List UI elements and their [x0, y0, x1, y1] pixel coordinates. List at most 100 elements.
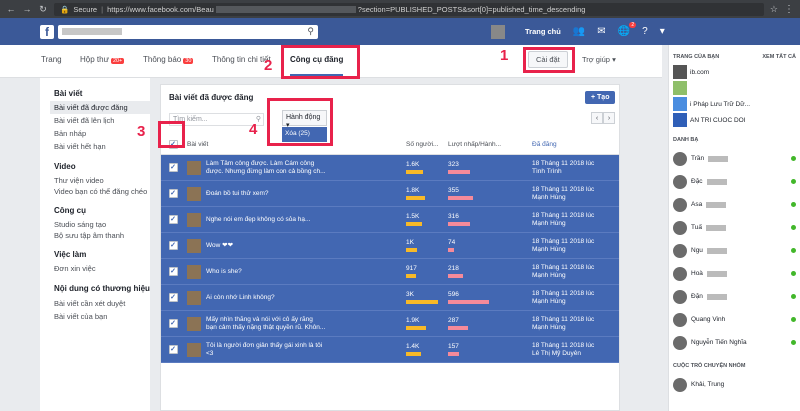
home-link[interactable]: Trang chủ — [525, 27, 561, 36]
forward-icon[interactable]: → — [22, 4, 32, 14]
contact-item[interactable]: Hoà — [673, 262, 796, 285]
published-author[interactable]: Lê Thị Mỹ Duyên — [532, 350, 605, 358]
post-thumbnail[interactable] — [187, 342, 201, 357]
address-bar[interactable]: 🔒 Secure | https://www.facebook.com/Beau… — [54, 2, 764, 16]
post-text-line1[interactable]: Tôi là người đơn giản thấy gái xinh là t… — [206, 342, 322, 350]
contact-item[interactable]: Đặn — [673, 285, 796, 308]
contact-item[interactable]: Asa — [673, 193, 796, 216]
page-shortcut[interactable]: i Pháp Lưu Trữ Dữ... — [673, 96, 796, 112]
table-row[interactable]: ✓ Ai còn nhớ Linh không? 3K 596 18 Tháng… — [161, 285, 619, 311]
select-all-checkbox[interactable]: ✓ — [168, 140, 178, 149]
post-text-line1[interactable]: Wow ❤❤ — [206, 242, 233, 250]
engagement-bar — [448, 248, 454, 252]
tab-inbox[interactable]: Hộp thư 20+ — [80, 55, 125, 64]
post-thumbnail[interactable] — [187, 316, 201, 331]
nav-expired-posts[interactable]: Bài viết hết hạn — [54, 140, 150, 153]
help-menu[interactable]: Trợ giúp ▾ — [582, 55, 616, 64]
published-author[interactable]: Mạnh Hùng — [532, 298, 605, 306]
tab-page[interactable]: Trang — [41, 55, 62, 64]
row-checkbox[interactable]: ✓ — [168, 345, 178, 354]
nav-posts-to-review[interactable]: Bài viết cần xét duyệt — [54, 297, 150, 310]
col-reach[interactable]: Số người... — [404, 141, 446, 148]
post-thumbnail[interactable] — [187, 186, 201, 201]
nav-your-posts[interactable]: Bài viết của bạn — [54, 310, 150, 323]
see-all-link[interactable]: XEM TẤT CẢ — [762, 54, 796, 60]
contact-item[interactable]: Quang Vinh — [673, 308, 796, 331]
contact-item[interactable]: Nguyễn Tiến Nghĩa — [673, 331, 796, 354]
page-shortcut[interactable]: ib.com — [673, 64, 796, 80]
post-text-line1[interactable]: Làm Tâm công được. Làm Cám công — [206, 160, 326, 168]
back-icon[interactable]: ← — [6, 4, 16, 14]
tab-notifications[interactable]: Thông báo 30 — [143, 55, 194, 64]
contact-item[interactable]: Trần — [673, 147, 796, 170]
row-checkbox[interactable]: ✓ — [168, 163, 178, 172]
table-row[interactable]: ✓ Wow ❤❤ 1K 74 18 Tháng 11 2018 lúc Mạnh… — [161, 233, 619, 259]
help-icon[interactable]: ? — [642, 26, 648, 37]
next-page-icon[interactable]: › — [603, 112, 615, 124]
globe-icon[interactable]: 🌐 2 — [618, 22, 637, 37]
published-author[interactable]: Mạnh Hùng — [532, 194, 605, 202]
table-row[interactable]: ✓ Làm Tâm công được. Làm Cám công được. … — [161, 155, 619, 181]
nav-drafts[interactable]: Bản nháp — [54, 127, 150, 140]
post-text-line1[interactable]: Who is she? — [206, 268, 242, 276]
table-row[interactable]: ✓ Mấy nhìn thằng và nói với cô ấy rằng b… — [161, 311, 619, 337]
tab-insights[interactable]: Thông tin chi tiết — [212, 55, 271, 64]
published-author[interactable]: Mạnh Hùng — [532, 220, 605, 228]
chevron-down-icon[interactable]: ▾ — [660, 26, 665, 37]
post-thumbnail[interactable] — [187, 212, 201, 227]
nav-scheduled-posts[interactable]: Bài viết đã lên lịch — [54, 114, 150, 127]
reload-icon[interactable]: ↻ — [38, 4, 48, 15]
page-shortcut[interactable]: AN TRI CUOC DOI — [673, 112, 796, 128]
messenger-icon[interactable]: ✉ — [597, 26, 605, 37]
table-row[interactable]: ✓ Đoán bồ tui thử xem? 1.8K 355 18 Tháng… — [161, 181, 619, 207]
page-shortcut[interactable] — [673, 80, 796, 96]
nav-crosspost-videos[interactable]: Video bạn có thể đăng chéo — [54, 187, 150, 197]
nav-creative-studio[interactable]: Studio sáng tạo — [54, 218, 150, 231]
nav-video-library[interactable]: Thư viện video — [54, 174, 150, 187]
nav-published-posts[interactable]: Bài viết đã được đăng — [50, 101, 150, 114]
actions-dropdown[interactable]: Hành động ▾ — [282, 110, 327, 129]
search-input[interactable]: ⚲ — [58, 24, 318, 39]
post-thumbnail[interactable] — [187, 238, 201, 253]
bookmark-star-icon[interactable]: ☆ — [770, 4, 778, 15]
contact-item[interactable]: Ngu — [673, 239, 796, 262]
row-checkbox[interactable]: ✓ — [168, 241, 178, 250]
row-checkbox[interactable]: ✓ — [168, 267, 178, 276]
row-checkbox[interactable]: ✓ — [168, 319, 178, 328]
redacted-name — [708, 155, 729, 162]
post-text-line1[interactable]: Nghe nói em đẹp không có sỏa hạ... — [206, 216, 310, 224]
table-row[interactable]: ✓ Nghe nói em đẹp không có sỏa hạ... 1.5… — [161, 207, 619, 233]
row-checkbox[interactable]: ✓ — [168, 215, 178, 224]
table-row[interactable]: ✓ Tôi là người đơn giản thấy gái xinh là… — [161, 337, 619, 363]
facebook-logo-icon[interactable]: f — [40, 24, 54, 39]
col-published[interactable]: Đã đăng — [530, 141, 605, 149]
group-chat-item[interactable]: Khải, Trung — [673, 373, 796, 396]
row-checkbox[interactable]: ✓ — [168, 189, 178, 198]
post-thumbnail[interactable] — [187, 160, 201, 175]
tab-publishing-tools[interactable]: Công cụ đăng — [290, 55, 344, 76]
settings-button[interactable]: Cài đặt — [528, 51, 568, 68]
friends-icon[interactable]: 👥 — [573, 26, 585, 37]
post-thumbnail[interactable] — [187, 290, 201, 305]
browser-menu-icon[interactable]: ⋮ — [784, 4, 794, 15]
create-button[interactable]: + Tạo — [585, 91, 616, 104]
contact-item[interactable]: Tuấ — [673, 216, 796, 239]
row-checkbox[interactable]: ✓ — [168, 293, 178, 302]
published-author[interactable]: Tình Trình — [532, 168, 605, 176]
table-row[interactable]: ✓ Who is she? 917 218 18 Tháng 11 2018 l… — [161, 259, 619, 285]
contact-item[interactable]: Đặc — [673, 170, 796, 193]
nav-job-applications[interactable]: Đơn xin việc — [54, 262, 150, 275]
post-text-line1[interactable]: Mấy nhìn thằng và nói với cô ấy rằng — [206, 316, 325, 324]
published-author[interactable]: Mạnh Hùng — [532, 324, 605, 332]
nav-sound-collection[interactable]: Bộ sưu tập âm thanh — [54, 231, 150, 241]
post-text-line1[interactable]: Đoán bồ tui thử xem? — [206, 190, 269, 198]
post-thumbnail[interactable] — [187, 264, 201, 279]
avatar[interactable] — [491, 24, 505, 39]
search-icon[interactable]: ⚲ — [307, 26, 314, 37]
post-text-line1[interactable]: Ai còn nhớ Linh không? — [206, 294, 275, 302]
published-author[interactable]: Mạnh Hùng — [532, 272, 605, 280]
prev-page-icon[interactable]: ‹ — [591, 112, 603, 124]
col-post[interactable]: Bài viết — [185, 141, 404, 148]
published-author[interactable]: Mạnh Hùng — [532, 246, 605, 254]
col-engagement[interactable]: Lượt nhấp/Hành... — [446, 141, 530, 148]
